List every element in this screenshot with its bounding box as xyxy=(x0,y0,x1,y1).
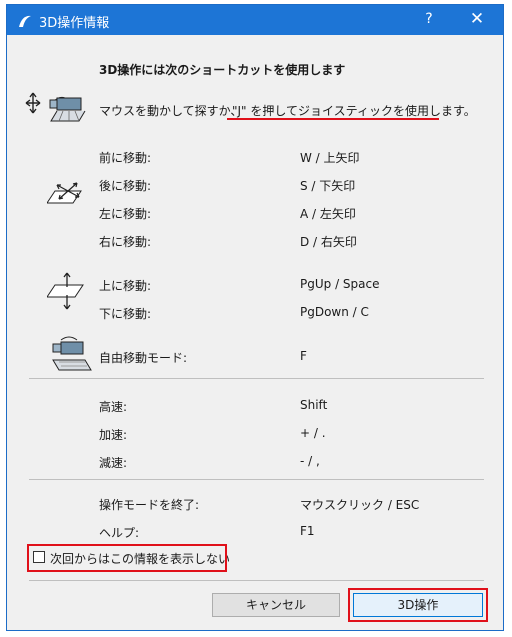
close-button[interactable]: ✕ xyxy=(462,8,492,30)
vertical-move-icon xyxy=(47,272,84,310)
label-move-back: 後に移動: xyxy=(99,179,152,193)
separator xyxy=(29,378,484,379)
key-help: F1 xyxy=(300,524,315,538)
dialog-window: 3D操作情報 ? ✕ 3D操作には次のショートカットを使用します マウスを動かし… xyxy=(6,4,504,631)
title-bar: 3D操作情報 ? ✕ xyxy=(7,5,503,35)
app-logo-icon xyxy=(19,15,31,27)
key-move-left: A / 左矢印 xyxy=(300,207,356,221)
label-move-forward: 前に移動: xyxy=(99,151,152,165)
intro-text: マウスを動かして探すか、 xyxy=(99,104,243,118)
cancel-button[interactable]: キャンセル xyxy=(212,593,340,617)
orbit-camera-icon xyxy=(25,92,86,122)
label-exit-mode: 操作モードを終了: xyxy=(99,498,200,512)
key-exit-mode: マウスクリック / ESC xyxy=(300,498,420,512)
label-help: ヘルプ: xyxy=(99,526,140,540)
label-decelerate: 減速: xyxy=(99,456,128,470)
key-move-up: PgUp / Space xyxy=(300,277,380,291)
separator xyxy=(29,479,484,480)
label-move-left: 左に移動: xyxy=(99,207,152,221)
heading: 3D操作には次のショートカットを使用します xyxy=(99,63,346,77)
key-decelerate: - / , xyxy=(300,454,320,468)
label-move-right: 右に移動: xyxy=(99,235,152,249)
horizontal-move-icon xyxy=(47,182,82,204)
highlight-frame xyxy=(27,544,227,572)
key-free-move: F xyxy=(300,349,307,363)
label-move-down: 下に移動: xyxy=(99,307,152,321)
key-move-forward: W / 上矢印 xyxy=(300,151,360,165)
key-move-down: PgDown / C xyxy=(300,305,369,319)
free-move-camera-icon xyxy=(52,336,92,371)
highlight-frame xyxy=(348,588,488,622)
help-button[interactable]: ? xyxy=(417,11,441,27)
label-accelerate: 加速: xyxy=(99,428,128,442)
key-move-back: S / 下矢印 xyxy=(300,179,356,193)
label-free-move: 自由移動モード: xyxy=(99,351,188,365)
window-title: 3D操作情報 xyxy=(39,16,110,31)
separator xyxy=(29,580,484,581)
key-accelerate: + / . xyxy=(300,426,326,440)
label-move-up: 上に移動: xyxy=(99,279,152,293)
intro-highlight-text: "J" を押してジョイスティックを使用します。 xyxy=(232,104,476,118)
highlight-underline xyxy=(227,118,439,120)
key-fast: Shift xyxy=(300,398,328,412)
label-fast: 高速: xyxy=(99,400,128,414)
key-move-right: D / 右矢印 xyxy=(300,235,357,249)
